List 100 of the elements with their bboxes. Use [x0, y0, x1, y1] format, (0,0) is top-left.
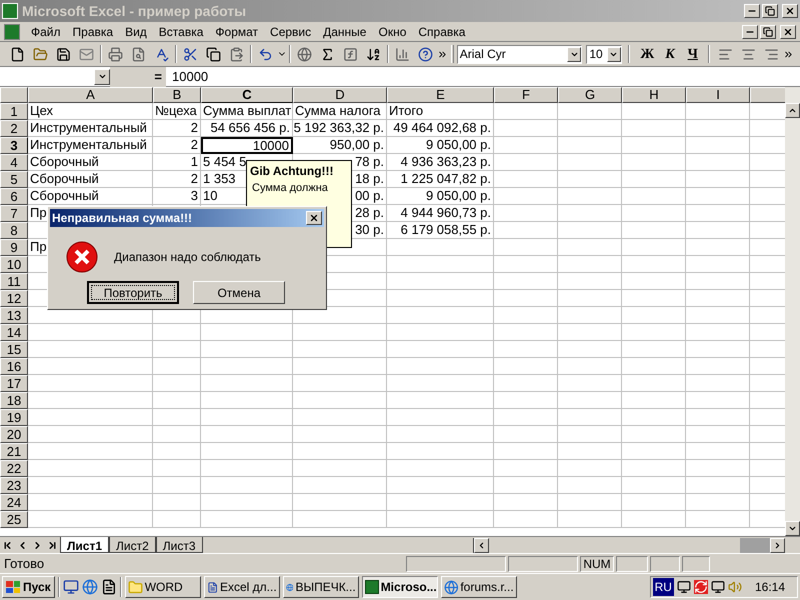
scroll-right-icon[interactable] — [770, 538, 785, 552]
format-button[interactable]: К — [658, 43, 682, 65]
column-header[interactable]: H — [622, 87, 686, 103]
network-icon[interactable] — [676, 580, 691, 594]
row-header[interactable]: 5 — [0, 171, 28, 188]
empty-cell — [686, 256, 750, 273]
row-header[interactable]: 17 — [0, 375, 28, 392]
taskbar-button[interactable]: ВЫПЕЧК... — [282, 576, 359, 598]
restore-button[interactable] — [760, 24, 776, 38]
row-header[interactable]: 7 — [0, 205, 28, 222]
taskbar-button[interactable]: Excel дл... — [204, 576, 280, 598]
close-button[interactable] — [782, 4, 798, 18]
column-header[interactable]: C — [201, 87, 293, 103]
empty-cell — [494, 460, 558, 477]
format-button[interactable]: Ч — [681, 43, 704, 65]
column-header[interactable]: D — [293, 87, 387, 103]
column-header[interactable]: B — [153, 87, 201, 103]
menu-item[interactable]: Справка — [413, 22, 470, 40]
file-icon[interactable] — [100, 579, 117, 595]
menu-item[interactable]: Файл — [26, 22, 66, 40]
row-header[interactable]: 19 — [0, 409, 28, 426]
dialog-button[interactable]: Повторить — [87, 281, 179, 304]
scroll-up-icon[interactable] — [785, 103, 800, 118]
sheet-tab[interactable]: Лист3 — [156, 537, 203, 553]
scroll-left-icon[interactable] — [474, 538, 489, 552]
formula-field[interactable]: 10000 — [166, 66, 800, 86]
column-header[interactable] — [750, 87, 785, 103]
row-header[interactable]: 15 — [0, 341, 28, 358]
column-header[interactable]: E — [387, 87, 494, 103]
menu-item[interactable]: Данные — [318, 22, 372, 40]
desktop-icon[interactable] — [62, 579, 79, 595]
empty-cell — [686, 273, 750, 290]
row-header[interactable]: 25 — [0, 511, 28, 528]
start-button[interactable]: Пуск — [2, 576, 55, 598]
computer-icon[interactable] — [710, 580, 725, 594]
font-field[interactable]: Arial Cyr — [456, 44, 582, 64]
menu-item[interactable]: Правка — [68, 22, 118, 40]
sheet-tab[interactable]: Лист2 — [109, 537, 156, 553]
menu-item[interactable]: Вид — [120, 22, 152, 40]
row-header[interactable]: 3 — [0, 137, 28, 154]
dropdown-icon[interactable] — [606, 46, 621, 62]
taskbar-button[interactable]: WORD — [124, 576, 201, 598]
empty-cell — [153, 511, 201, 528]
row-header[interactable]: 4 — [0, 154, 28, 171]
row-header[interactable]: 18 — [0, 392, 28, 409]
menu-item[interactable]: Вставка — [154, 22, 208, 40]
row-header[interactable]: 13 — [0, 307, 28, 324]
menu-item[interactable]: Окно — [373, 22, 412, 40]
row-header[interactable]: 11 — [0, 273, 28, 290]
column-header[interactable]: G — [558, 87, 622, 103]
empty-cell — [494, 511, 558, 528]
minimize-button[interactable] — [742, 24, 758, 38]
scroll-down-icon[interactable] — [785, 521, 800, 536]
row-header[interactable]: 12 — [0, 290, 28, 307]
close-button[interactable] — [780, 24, 796, 38]
close-button[interactable] — [306, 211, 322, 225]
empty-cell — [558, 256, 622, 273]
restore-button[interactable] — [762, 4, 778, 18]
empty-cell — [622, 239, 686, 256]
row-header[interactable]: 9 — [0, 239, 28, 256]
row-header[interactable]: 6 — [0, 188, 28, 205]
dialog-button[interactable]: Отмена — [193, 281, 285, 304]
select-all-button[interactable] — [0, 87, 28, 103]
format-button[interactable]: Ж — [636, 43, 659, 65]
row-header[interactable]: 21 — [0, 443, 28, 460]
taskbar-button[interactable]: forums.r... — [440, 576, 517, 598]
font-size-field[interactable]: 10 — [586, 44, 622, 64]
empty-cell — [686, 375, 750, 392]
language-indicator[interactable]: RU — [652, 578, 674, 596]
taskbar-button[interactable]: Microso... — [362, 576, 438, 598]
row-header[interactable]: 14 — [0, 324, 28, 341]
row-header[interactable]: 16 — [0, 358, 28, 375]
minimize-button[interactable] — [744, 4, 760, 18]
row-header[interactable]: 24 — [0, 494, 28, 511]
menu-item[interactable]: Формат — [210, 22, 264, 40]
column-header[interactable]: I — [686, 87, 750, 103]
row-header[interactable]: 8 — [0, 222, 28, 239]
empty-cell — [686, 290, 750, 307]
row-header[interactable]: 2 — [0, 120, 28, 137]
empty-cell — [558, 375, 622, 392]
row-header[interactable]: 20 — [0, 426, 28, 443]
table-cell: Инструментальный — [28, 137, 153, 154]
horizontal-scrollbar[interactable] — [472, 538, 785, 552]
empty-cell — [622, 511, 686, 528]
refresh-icon[interactable] — [694, 580, 708, 594]
sheet-tab[interactable]: Лист1 — [60, 537, 110, 553]
menu-item[interactable]: Сервис — [265, 22, 316, 40]
row-header[interactable]: 10 — [0, 256, 28, 273]
dropdown-icon[interactable] — [567, 46, 582, 62]
row-header[interactable]: 1 — [0, 103, 28, 120]
empty-cell — [622, 222, 686, 239]
column-header[interactable]: A — [28, 87, 153, 103]
vertical-scrollbar[interactable] — [785, 87, 800, 536]
scroll-thumb[interactable] — [740, 538, 770, 552]
column-header[interactable]: F — [494, 87, 558, 103]
empty-cell — [686, 103, 750, 120]
row-header[interactable]: 22 — [0, 460, 28, 477]
dropdown-icon[interactable] — [94, 68, 110, 84]
row-header[interactable]: 23 — [0, 477, 28, 494]
empty-cell — [558, 426, 622, 443]
